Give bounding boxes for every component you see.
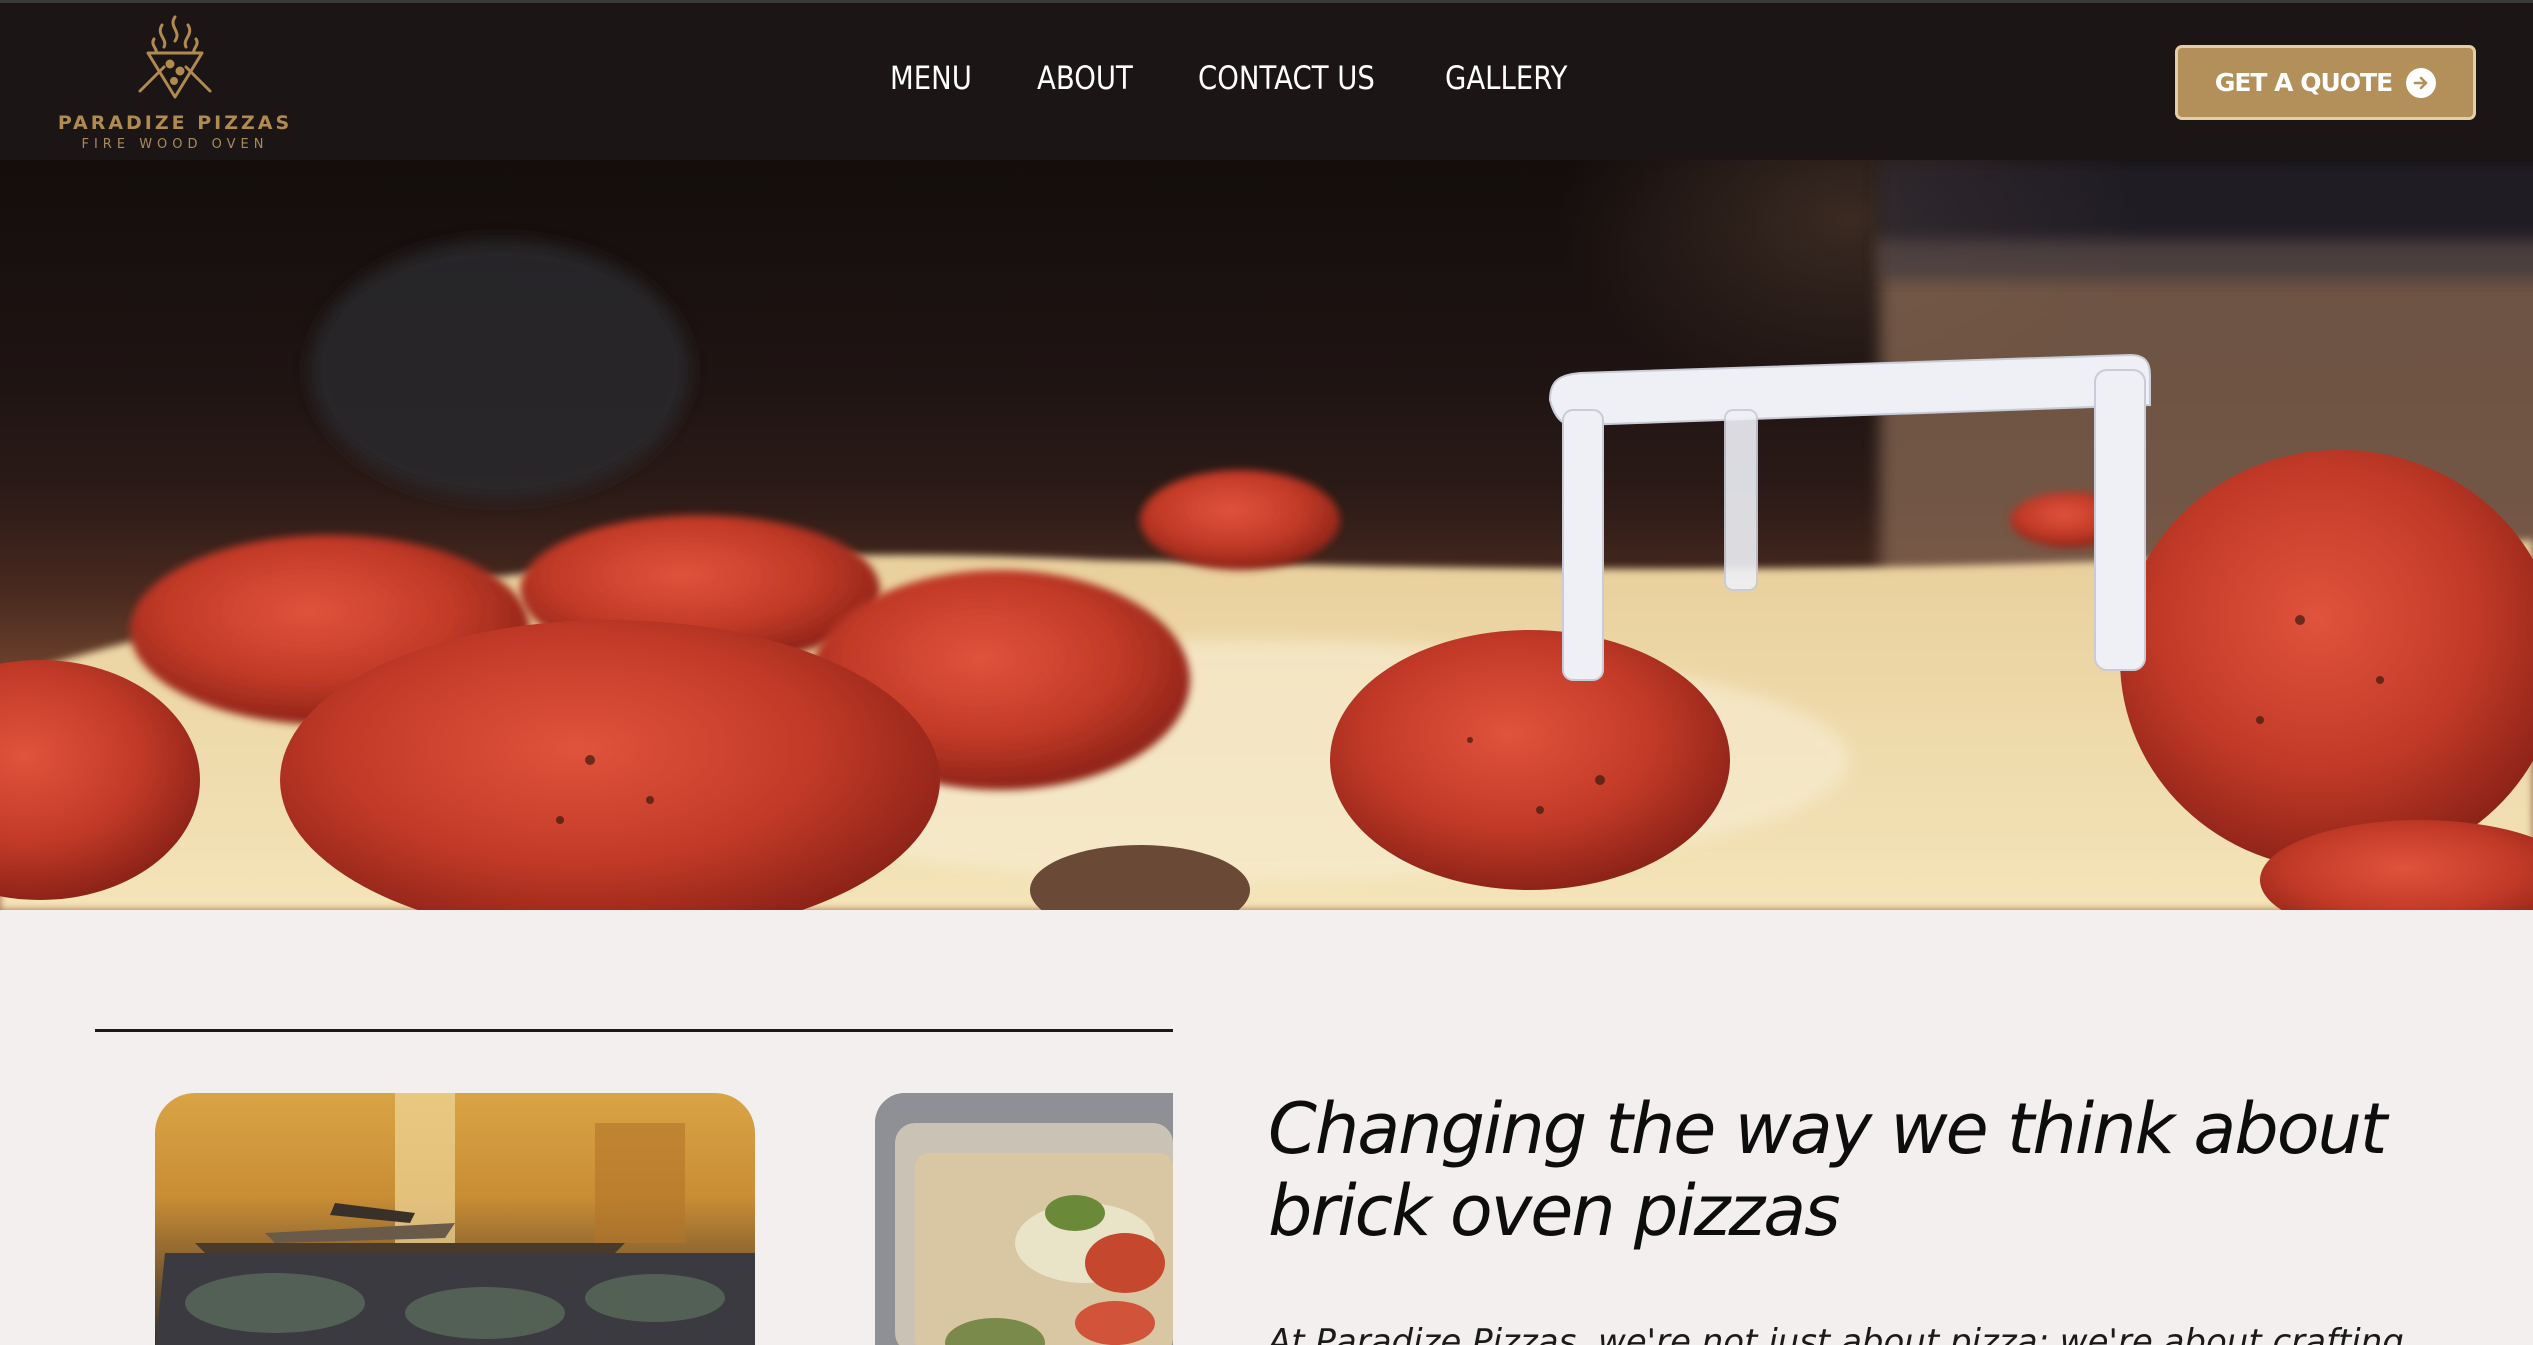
- brand-tagline: FIRE WOOD OVEN: [81, 137, 269, 152]
- site-header: PARADIZE PIZZAS FIRE WOOD OVEN MENU ABOU…: [0, 3, 2533, 160]
- pepperoni-pizza-illustration: [0, 160, 2533, 910]
- pizza-tray-photo: [875, 1093, 1173, 1345]
- nav-item-menu[interactable]: MENU: [890, 59, 972, 97]
- nav-item-about[interactable]: ABOUT: [1037, 59, 1133, 97]
- nav-item-contact-us[interactable]: CONTACT US: [1198, 59, 1375, 97]
- hero-image: [0, 160, 2533, 910]
- main-nav: MENU ABOUT CONTACT US GALLERY: [0, 59, 2533, 109]
- about-headline: Changing the way we think about brick ov…: [1268, 1088, 2387, 1252]
- brand-name: PARADIZE PIZZAS: [57, 112, 293, 134]
- nav-item-gallery[interactable]: GALLERY: [1445, 59, 1567, 97]
- restaurant-kitchen-photo: [155, 1093, 755, 1345]
- arrow-right-circle-icon: [2406, 67, 2437, 98]
- get-a-quote-label: GET A QUOTE: [2214, 68, 2393, 97]
- section-divider: [95, 1029, 1173, 1032]
- about-intro-text: At Paradize Pizzas, we're not just about…: [1268, 1322, 2404, 1345]
- get-a-quote-button[interactable]: GET A QUOTE: [2175, 45, 2476, 120]
